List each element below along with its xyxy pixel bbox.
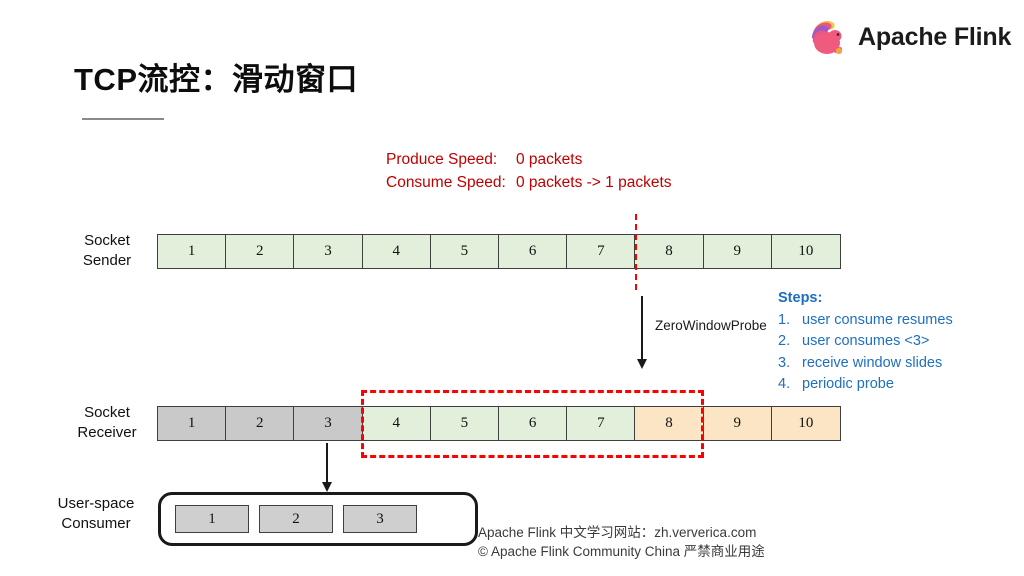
brand-logo: Apache Flink (802, 14, 1011, 60)
slide-canvas: Apache Flink TCP流控：滑动窗口 Produce Speed: 0… (0, 0, 1024, 576)
steps-list-item: 4. periodic probe (778, 374, 953, 396)
steps-panel: Steps: 1. user consume resumes 2. user cons… (778, 288, 953, 396)
brand-name: Apache Flink (858, 22, 1012, 51)
user-space-consumer-label: User-space Consumer (40, 494, 152, 534)
sender-packet-cell: 9 (703, 235, 772, 268)
consumer-packet-cell: 2 (259, 505, 333, 533)
socket-sender-buffer: 1 2 3 4 5 6 7 8 9 10 (157, 234, 841, 269)
step-number: 1. (778, 311, 791, 328)
receiver-packet-cell: 10 (771, 407, 841, 440)
receive-window-highlight (361, 390, 704, 458)
socket-receiver-label-line1: Socket (84, 404, 130, 421)
step-text: user consume resumes (802, 311, 953, 328)
user-space-consumer-label-line1: User-space (57, 495, 135, 512)
sender-packet-cell: 4 (362, 235, 431, 268)
socket-receiver-label: Socket Receiver (62, 403, 152, 443)
steps-list: 1. user consume resumes 2. user consumes <3… (778, 310, 953, 396)
socket-sender-label-line1: Socket (84, 232, 130, 249)
sender-packet-cell: 8 (635, 235, 704, 268)
sender-packet-cell: 6 (499, 235, 568, 268)
sender-packet-cell: 10 (771, 235, 841, 268)
consumer-packet-cell: 3 (343, 505, 417, 533)
step-number: 4. (778, 376, 791, 392)
sender-packet-cell: 7 (567, 235, 636, 268)
sender-packet-cell: 2 (226, 235, 295, 268)
footer: Apache Flink 中文学习网站：zh.ververica.com © A… (478, 523, 765, 561)
zero-window-probe-label: ZeroWindowProbe (655, 318, 767, 333)
apache-flink-squirrel-icon (802, 14, 848, 60)
steps-title: Steps: (778, 290, 823, 306)
sender-window-marker (635, 214, 637, 290)
step-number: 2. (778, 333, 791, 349)
speed-annotations: Produce Speed: 0 packets Consume Speed: … (386, 148, 672, 194)
user-space-consumer-label-line2: Consumer (61, 515, 131, 532)
page-title: TCP流控：滑动窗口 (74, 62, 358, 97)
socket-sender-label-line2: Sender (82, 252, 132, 269)
consumer-packet-cell: 1 (175, 505, 249, 533)
step-text: user consumes <3> (802, 333, 930, 349)
sender-packet-cell: 5 (430, 235, 500, 268)
receiver-packet-cell: 1 (158, 407, 227, 440)
receiver-packet-cell: 9 (703, 407, 772, 440)
zero-window-probe-arrow-icon (636, 296, 647, 369)
receiver-packet-cell: 3 (294, 407, 363, 440)
steps-list-item: 2. user consumes <3> (778, 331, 953, 353)
consume-arrow-icon (321, 443, 332, 492)
step-text: receive window slides (802, 354, 943, 371)
socket-receiver-label-line2: Receiver (77, 424, 137, 441)
receiver-packet-cell: 2 (226, 407, 295, 440)
footer-line-2: © Apache Flink Community China 严禁商业用途 (478, 544, 765, 559)
step-number: 3. (778, 354, 791, 371)
footer-line-1: Apache Flink 中文学习网站：zh.ververica.com (478, 525, 757, 540)
steps-list-item: 1. user consume resumes (778, 310, 953, 332)
socket-sender-label: Socket Sender (62, 231, 152, 271)
consume-speed-label: Consume Speed: (386, 174, 506, 191)
user-space-consumer-box: 123 (158, 492, 478, 546)
consume-speed-row: Consume Speed: 0 packets -> 1 packets (386, 171, 672, 194)
title-underline (82, 118, 164, 120)
produce-speed-row: Produce Speed: 0 packets (386, 148, 672, 171)
consume-speed-value: 0 packets -> 1 packets (516, 174, 672, 191)
step-text: periodic probe (802, 376, 894, 392)
sender-packet-cell: 3 (294, 235, 363, 268)
steps-list-item: 3. receive window slides (778, 353, 953, 375)
produce-speed-label: Produce Speed: (386, 151, 498, 168)
sender-packet-cell: 1 (158, 235, 227, 268)
produce-speed-value: 0 packets (516, 151, 583, 168)
